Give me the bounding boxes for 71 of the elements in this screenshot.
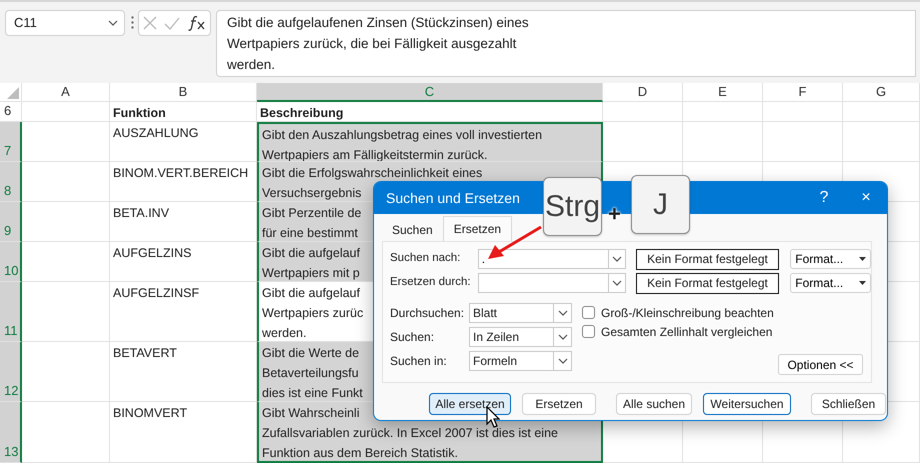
- formula-text: Gibt die aufgelaufenen Zinsen (Stückzinsen) eines Wertpapiers zurück, die bei Fälligkeit ausgezahlt werden.: [227, 14, 530, 74]
- chevron-icon: [612, 256, 622, 262]
- cell-text-line: Gibt die aufgelauf: [262, 245, 360, 262]
- cell-text-line: Versuchsergebnis: [262, 185, 362, 201]
- column-header[interactable]: E: [683, 83, 763, 102]
- dialog-button[interactable]: Alle suchen: [616, 393, 692, 415]
- cell-text-line: dies ist eine Funkt: [262, 385, 363, 401]
- checkbox[interactable]: [582, 325, 595, 338]
- column-header[interactable]: A: [22, 83, 110, 102]
- column-header[interactable]: G: [843, 83, 920, 102]
- triangle-icon: [7, 87, 19, 99]
- dropdown-button[interactable]: [608, 273, 626, 293]
- checkmark-icon[interactable]: [164, 16, 180, 30]
- cell-text-line: Gibt die Werte de: [262, 345, 360, 362]
- cell-text-line: Betaverteilungsfu: [262, 365, 359, 382]
- cell-text-line: Wertpapiers zurüc: [262, 305, 364, 322]
- cancel-icon[interactable]: [142, 16, 157, 30]
- column-header[interactable]: F: [763, 83, 843, 102]
- dialog-button[interactable]: Ersetzen: [522, 393, 596, 415]
- input-field[interactable]: [478, 273, 608, 293]
- field-label: Suchen nach:: [390, 251, 462, 266]
- close-button[interactable]: ×: [845, 186, 887, 210]
- checkbox-label: Groß-/Kleinschreibung beachten: [601, 304, 774, 322]
- caret-icon: [859, 257, 866, 261]
- caret-icon: [859, 281, 866, 285]
- format-preview: Kein Format festgelegt: [636, 248, 780, 270]
- field-label: Suchen:: [390, 329, 436, 346]
- cell-text-line: Funktion aus dem Bereich Statistik.: [262, 445, 458, 461]
- tab[interactable]: Ersetzen: [442, 216, 512, 241]
- dropdown[interactable]: Formeln: [469, 351, 572, 371]
- cell-text-line: Gibt die Erfolgswahrscheinlichkeit eines: [262, 165, 482, 182]
- function-icon[interactable]: [188, 15, 206, 31]
- checkbox[interactable]: [582, 306, 595, 319]
- options-button[interactable]: Optionen <<: [778, 354, 863, 375]
- field-label: Suchen in:: [390, 353, 448, 370]
- cell-text-line: Gibt Perzentile de: [262, 205, 362, 222]
- dropdown-button[interactable]: [608, 249, 626, 269]
- field-label: Ersetzen durch:: [390, 275, 472, 290]
- format-preview: Kein Format festgelegt: [636, 272, 780, 294]
- dialog-button[interactable]: Alle ersetzen: [429, 393, 511, 415]
- cell-reference: C11: [14, 14, 37, 32]
- dropdown[interactable]: Blatt: [469, 303, 572, 323]
- cell-text-line: werden.: [262, 325, 306, 341]
- help-button[interactable]: ?: [803, 186, 845, 210]
- dialog-button[interactable]: Weitersuchen: [703, 393, 791, 415]
- chevron-icon: [108, 20, 118, 26]
- keyboard-key: Strg: [543, 177, 602, 236]
- cell-text-line: Zufallsvariablen zurück. In Excel 2007 ist dies ist eine: [262, 425, 558, 442]
- column-header[interactable]: B: [110, 83, 257, 102]
- name-box[interactable]: C11: [5, 10, 125, 36]
- cell-text-line: Wertpapiers mit p: [262, 265, 360, 281]
- cell-text-line: Gibt die aufgelauf: [262, 285, 360, 302]
- formula-field[interactable]: Gibt die aufgelaufenen Zinsen (Stückzinsen) eines Wertpapiers zurück, die bei Fälligkeit ausgezahlt werden.: [216, 10, 916, 77]
- select-all-button[interactable]: [0, 83, 22, 102]
- field-label: Durchsuchen:: [390, 305, 466, 322]
- keyboard-key: J: [631, 175, 690, 234]
- more-options-icon[interactable]: [131, 16, 134, 29]
- dialog-button[interactable]: Schließen: [811, 393, 886, 415]
- cell-text-line: Gibt Wahrscheinli: [262, 405, 360, 422]
- chevron-icon: [612, 280, 622, 286]
- checkbox-label: Gesamten Zellinhalt vergleichen: [601, 324, 772, 340]
- cell-text-line: für eine bestimmt: [262, 225, 358, 241]
- dialog-title: Suchen und Ersetzen: [386, 188, 520, 208]
- cell-text-line: Gibt den Auszahlungsbetrag eines voll investierten: [262, 127, 542, 144]
- format-button[interactable]: Format...: [790, 249, 871, 269]
- tab[interactable]: Suchen: [382, 218, 443, 241]
- dropdown[interactable]: In Zeilen: [469, 327, 572, 347]
- table-cell: Funktion: [110, 102, 257, 122]
- column-header[interactable]: D: [603, 83, 683, 102]
- format-button[interactable]: Format...: [790, 273, 871, 293]
- input-field[interactable]: .: [478, 249, 608, 269]
